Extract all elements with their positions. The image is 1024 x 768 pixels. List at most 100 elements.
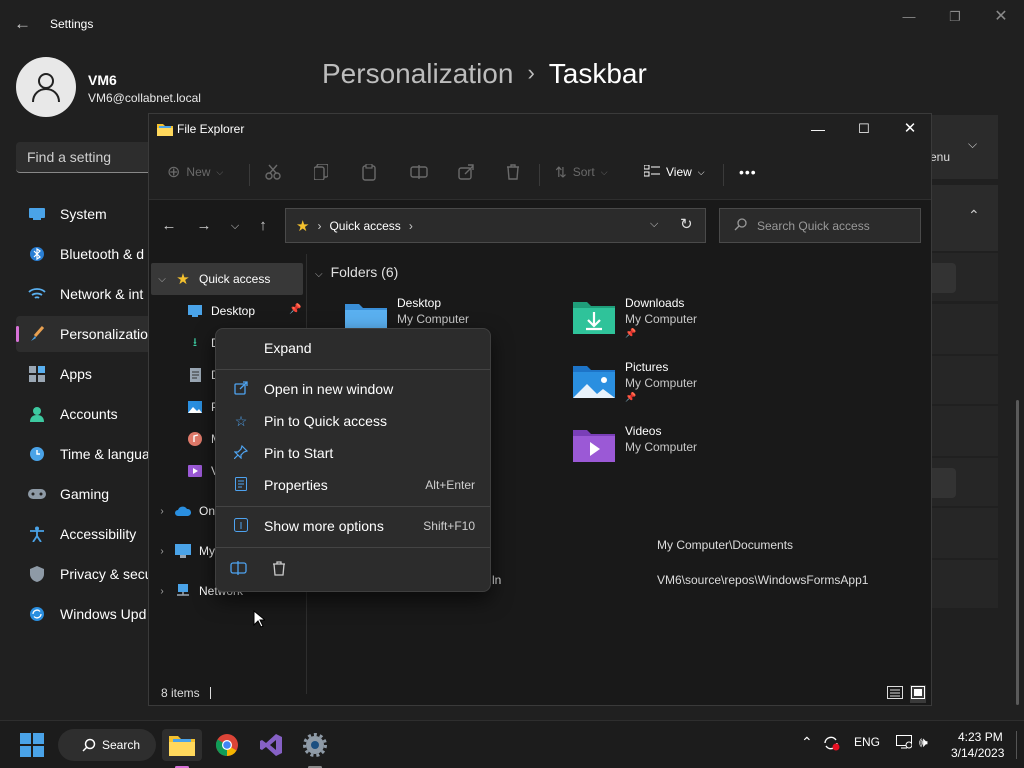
visual-studio-icon[interactable] — [251, 729, 291, 761]
wifi-icon — [28, 285, 46, 303]
rename-icon[interactable] — [410, 156, 428, 188]
videos-icon — [187, 463, 203, 479]
share-icon[interactable] — [458, 156, 474, 188]
more-options-icon[interactable]: ••• — [739, 156, 757, 188]
tree-item-quick-access[interactable]: ⌵ ★ Quick access — [151, 263, 303, 295]
cloud-icon — [175, 503, 191, 519]
tree-item-mycomputer[interactable]: › My — [151, 535, 215, 567]
rename-icon[interactable] — [230, 561, 247, 578]
nav-bluetooth[interactable]: Bluetooth & d — [16, 236, 156, 272]
nav-accounts[interactable]: Accounts — [16, 396, 156, 432]
recent-locations-icon[interactable]: ⌵ — [223, 215, 247, 237]
folder-item-downloads[interactable]: Downloads My Computer 📌 — [573, 296, 697, 339]
nav-accessibility[interactable]: Accessibility — [16, 516, 156, 552]
menu-item-expand[interactable]: Expand — [222, 333, 485, 363]
nav-privacy[interactable]: Privacy & secu — [16, 556, 156, 592]
menu-item-show-more-options[interactable]: Show more options Shift+F10 — [222, 511, 485, 541]
details-view-icon[interactable] — [887, 686, 903, 702]
folder-item-videos[interactable]: Videos My Computer — [573, 424, 697, 464]
menu-item-properties[interactable]: Properties Alt+Enter — [222, 470, 485, 500]
network-icon[interactable] — [896, 735, 913, 752]
divider — [539, 164, 540, 186]
menu-item-pin-quick-access[interactable]: ☆ Pin to Quick access — [222, 406, 485, 436]
clock-icon — [28, 445, 46, 463]
computer-icon — [175, 543, 191, 559]
recent-file-name[interactable]: ln — [492, 573, 501, 587]
start-button[interactable] — [12, 729, 52, 761]
nav-time-language[interactable]: Time & langua — [16, 436, 156, 472]
address-dropdown-icon[interactable]: ⌵ — [650, 218, 658, 231]
scrollbar[interactable] — [1016, 400, 1019, 705]
tiles-view-icon[interactable] — [910, 685, 926, 703]
nav-system[interactable]: System — [16, 196, 156, 232]
delete-icon[interactable] — [272, 561, 286, 579]
nav-gaming[interactable]: Gaming — [16, 476, 156, 512]
settings-card-row-2 — [930, 304, 998, 354]
view-button[interactable]: View ⌵ — [643, 156, 705, 188]
sync-error-icon[interactable] — [822, 735, 840, 754]
minimize-icon[interactable]: — — [795, 114, 841, 144]
recent-file-path[interactable]: My Computer\Documents — [657, 538, 793, 552]
minimize-icon[interactable]: — — [894, 6, 924, 28]
chevron-up-icon[interactable]: ⌃ — [801, 734, 813, 751]
chevron-down-icon[interactable]: ⌵ — [155, 274, 169, 285]
videos-folder-icon — [573, 428, 615, 464]
title-bar[interactable]: File Explorer — ☐ ✕ — [149, 114, 931, 146]
recent-file-path[interactable]: VM6\source\repos\WindowsFormsApp1 — [657, 573, 868, 587]
cut-icon[interactable] — [265, 156, 281, 188]
new-button[interactable]: ⊕ New ⌵ — [167, 156, 223, 188]
back-arrow-icon[interactable]: ← — [157, 215, 181, 237]
paste-icon[interactable] — [362, 156, 376, 188]
clock[interactable]: 4:23 PM — [958, 730, 1003, 744]
delete-icon[interactable] — [506, 156, 520, 188]
settings-card-row-7 — [930, 560, 998, 608]
language-indicator[interactable]: ENG — [854, 735, 880, 749]
nav-apps[interactable]: Apps — [16, 356, 156, 392]
settings-card-row-1 — [930, 253, 998, 301]
nav-network[interactable]: Network & int — [16, 276, 156, 312]
up-arrow-icon[interactable]: ↑ — [251, 215, 275, 237]
settings-card-expanded[interactable]: ⌃ — [930, 185, 998, 251]
folder-item-pictures[interactable]: Pictures My Computer 📌 — [573, 360, 697, 403]
view-icon — [643, 164, 660, 180]
settings-card-menu[interactable]: enu ⌵ — [930, 115, 998, 179]
chevron-right-icon[interactable]: › — [155, 506, 169, 517]
volume-icon[interactable]: 🕪 — [919, 734, 928, 751]
sort-button[interactable]: ⇅ Sort ⌵ — [555, 156, 608, 188]
chrome-icon[interactable] — [207, 729, 247, 761]
chevron-down-icon[interactable]: ⌵ — [968, 137, 977, 152]
tree-item-onedrive[interactable]: › On — [151, 495, 215, 527]
address-bar[interactable]: ★ › Quick access › ⌵ ↻ — [285, 208, 706, 243]
folders-section-header[interactable]: ⌵ Folders (6) — [315, 264, 398, 280]
breadcrumb-parent[interactable]: Personalization — [322, 58, 513, 89]
taskbar-file-explorer[interactable] — [162, 729, 202, 761]
dropdown-tail[interactable] — [930, 263, 956, 293]
copy-icon[interactable] — [314, 156, 328, 188]
dropdown-tail[interactable] — [930, 468, 956, 498]
refresh-icon[interactable]: ↻ — [680, 215, 693, 233]
nav-personalization[interactable]: Personalization — [16, 316, 156, 352]
settings-gear-icon[interactable] — [295, 729, 335, 761]
search-input[interactable]: Search Quick access — [719, 208, 921, 243]
taskbar-search-button[interactable]: Search — [58, 729, 156, 761]
menu-item-open-new-window[interactable]: Open in new window — [222, 374, 485, 404]
menu-item-pin-start[interactable]: Pin to Start — [222, 438, 485, 468]
clock-time: 4:23 PM — [958, 730, 1003, 744]
forward-arrow-icon[interactable]: → — [192, 215, 216, 237]
nav-windows-update[interactable]: Windows Upd — [16, 596, 156, 632]
chevron-right-icon[interactable]: › — [155, 586, 169, 597]
maximize-icon[interactable]: ❐ — [940, 6, 970, 28]
show-desktop[interactable] — [1016, 731, 1017, 759]
maximize-icon[interactable]: ☐ — [841, 114, 887, 144]
chevron-up-icon[interactable]: ⌃ — [968, 207, 980, 224]
address-text[interactable]: Quick access — [329, 219, 400, 233]
system-icon — [28, 205, 46, 223]
back-arrow-icon[interactable]: ← — [14, 13, 34, 35]
close-icon[interactable]: ✕ — [986, 6, 1016, 28]
find-setting-input[interactable]: Find a setting — [16, 142, 156, 173]
close-icon[interactable]: ✕ — [887, 114, 931, 144]
tree-item-desktop[interactable]: Desktop 📌 — [187, 295, 303, 327]
avatar[interactable] — [16, 57, 76, 117]
more-options-shortcut: Shift+F10 — [423, 519, 475, 533]
chevron-right-icon[interactable]: › — [155, 546, 169, 557]
